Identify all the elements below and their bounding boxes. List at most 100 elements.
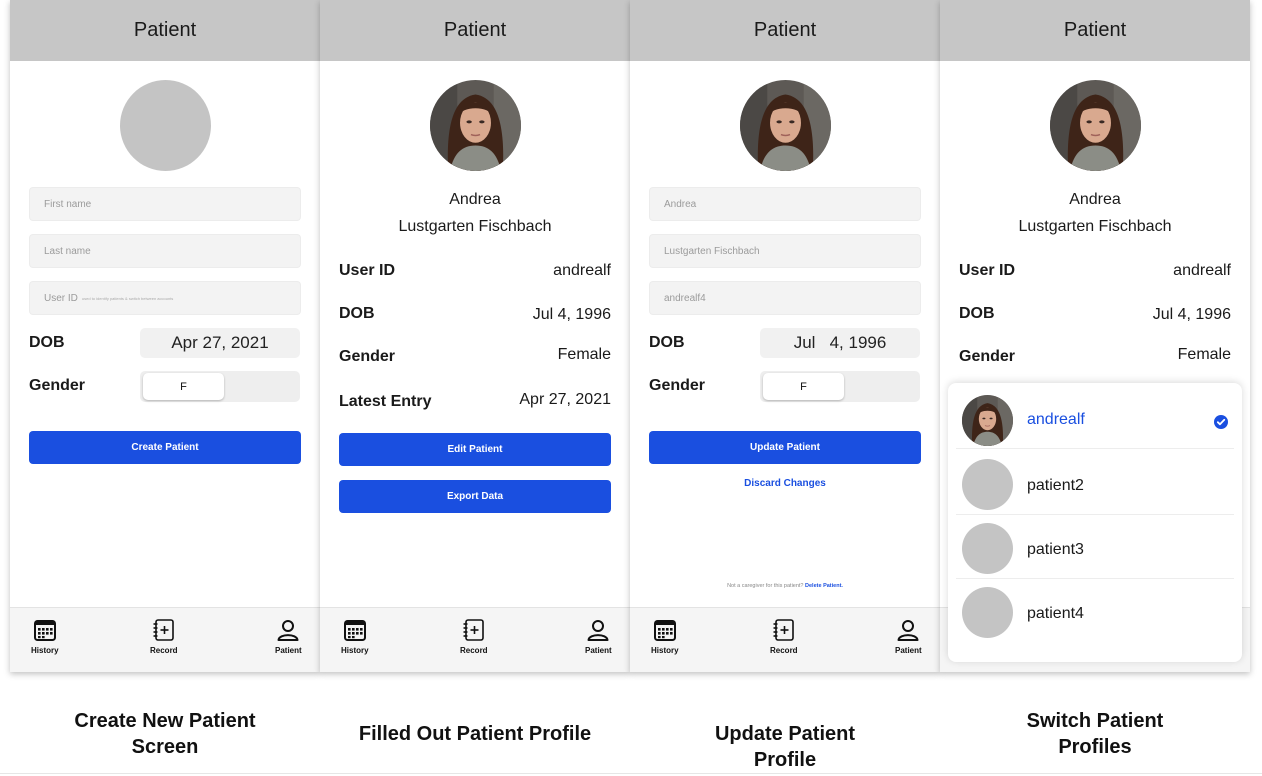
- header-title: Patient: [10, 0, 320, 61]
- tab-patient[interactable]: Patient: [275, 618, 302, 655]
- avatar-placeholder[interactable]: [120, 80, 211, 171]
- latest-entry-label: Latest Entry: [339, 393, 432, 410]
- dob-value: Jul 4, 1996: [532, 306, 611, 323]
- gender-value: Female: [1177, 346, 1231, 363]
- first-name-input[interactable]: Andrea: [649, 187, 921, 221]
- calendar-icon: [343, 618, 367, 642]
- caption-create: Create New Patient Screen: [74, 710, 256, 758]
- profile-avatar-placeholder: [962, 587, 1013, 638]
- tab-record-label: Record: [460, 646, 488, 655]
- patient-first-name: Andrea: [1069, 191, 1121, 208]
- caption-profile: Filled Out Patient Profile: [358, 723, 592, 745]
- tab-bar: History Record Patient: [320, 607, 630, 672]
- tab-history-label: History: [31, 646, 59, 655]
- user-id-placeholder: User ID: [44, 292, 78, 304]
- profile-option-patient4[interactable]: patient4: [956, 581, 1234, 643]
- tab-record-label: Record: [150, 646, 178, 655]
- last-name-input[interactable]: Last name: [29, 234, 301, 268]
- first-name-input[interactable]: First name: [29, 187, 301, 221]
- person-icon: [896, 618, 920, 642]
- last-name-value: Lustgarten Fischbach: [664, 245, 760, 257]
- dob-label: DOB: [339, 305, 375, 322]
- tab-patient-label: Patient: [585, 646, 612, 655]
- user-id-label: User ID: [339, 262, 396, 279]
- avatar: [430, 80, 521, 171]
- profile-avatar-placeholder: [962, 523, 1013, 574]
- gender-label: Gender: [959, 348, 1016, 365]
- profile-name: patient2: [1027, 477, 1084, 494]
- delete-patient-link[interactable]: Delete Patient.: [805, 583, 843, 589]
- dob-label: DOB: [29, 334, 65, 351]
- tab-history[interactable]: History: [341, 618, 369, 655]
- user-id-input[interactable]: User ID used to identify patients & swit…: [29, 281, 301, 315]
- tab-patient[interactable]: Patient: [895, 618, 922, 655]
- profile-option-andrealf[interactable]: andrealf: [956, 387, 1234, 449]
- add-record-icon: [462, 618, 486, 642]
- profile-switcher-sheet: andrealf patient2 patient3 patient4: [948, 383, 1242, 662]
- patient-last-name: Lustgarten Fischbach: [398, 218, 552, 235]
- tab-patient-label: Patient: [275, 646, 302, 655]
- avatar[interactable]: [740, 80, 831, 171]
- tab-bar: History Record Patient: [10, 607, 320, 672]
- tab-record[interactable]: Record: [150, 618, 178, 655]
- caption-switch: Switch Patient Profiles: [1026, 710, 1164, 758]
- update-patient-button[interactable]: Update Patient: [649, 431, 921, 464]
- gender-option-f[interactable]: F: [763, 373, 844, 400]
- tab-history[interactable]: History: [651, 618, 679, 655]
- gender-option-f[interactable]: F: [143, 373, 224, 400]
- tab-history-label: History: [651, 646, 679, 655]
- gender-segmented-control[interactable]: F: [760, 371, 920, 402]
- header-title: Patient: [320, 0, 630, 61]
- first-name-placeholder: First name: [44, 198, 92, 210]
- discard-changes-link[interactable]: Discard Changes: [630, 478, 940, 489]
- tab-patient[interactable]: Patient: [585, 618, 612, 655]
- tab-record[interactable]: Record: [770, 618, 798, 655]
- gender-label: Gender: [339, 348, 396, 365]
- user-id-value: andrealf: [1173, 262, 1231, 279]
- edit-patient-button[interactable]: Edit Patient: [339, 433, 611, 466]
- gender-label: Gender: [29, 377, 86, 394]
- switch-profiles-screen: Patient Andrea Lustgarten Fischbach User…: [940, 0, 1250, 672]
- last-name-input[interactable]: Lustgarten Fischbach: [649, 234, 921, 268]
- caption-update: Update Patient Profile: [714, 723, 856, 771]
- header-title: Patient: [630, 0, 940, 61]
- tab-bar: History Record Patient: [630, 607, 940, 672]
- profile-name: patient4: [1027, 605, 1084, 622]
- caregiver-note-text: Not a caregiver for this patient?: [727, 583, 804, 589]
- update-patient-screen: Patient Andrea Lustgarten Fischbach andr…: [630, 0, 940, 672]
- avatar: [1050, 80, 1141, 171]
- gender-value: Female: [557, 346, 611, 363]
- profile-option-patient3[interactable]: patient3: [956, 517, 1234, 579]
- profile-option-patient2[interactable]: patient2: [956, 453, 1234, 515]
- latest-entry-value: Apr 27, 2021: [519, 391, 611, 408]
- patient-last-name: Lustgarten Fischbach: [1018, 218, 1172, 235]
- export-data-button[interactable]: Export Data: [339, 480, 611, 513]
- patient-profile-screen: Patient Andrea Lustgarten Fischbach User…: [320, 0, 630, 672]
- user-id-input[interactable]: andrealf4: [649, 281, 921, 315]
- create-patient-screen: Patient First name Last name User ID use…: [10, 0, 320, 672]
- dob-picker[interactable]: Jul 4, 1996: [760, 328, 920, 358]
- gender-segmented-control[interactable]: F: [140, 371, 300, 402]
- last-name-placeholder: Last name: [44, 245, 91, 257]
- dob-value: Jul 4, 1996: [1152, 306, 1231, 323]
- caregiver-note: Not a caregiver for this patient? Delete…: [630, 583, 940, 589]
- user-id-label: User ID: [959, 262, 1016, 279]
- divider: [0, 773, 1262, 774]
- create-patient-button[interactable]: Create Patient: [29, 431, 301, 464]
- tab-history[interactable]: History: [31, 618, 59, 655]
- person-icon: [586, 618, 610, 642]
- user-id-value: andrealf: [553, 262, 611, 279]
- tab-record[interactable]: Record: [460, 618, 488, 655]
- first-name-value: Andrea: [664, 198, 697, 210]
- add-record-icon: [772, 618, 796, 642]
- person-icon: [276, 618, 300, 642]
- profile-name: patient3: [1027, 541, 1084, 558]
- dob-picker[interactable]: Apr 27, 2021: [140, 328, 300, 358]
- tab-patient-label: Patient: [895, 646, 922, 655]
- dob-label: DOB: [649, 334, 685, 351]
- patient-photo: [430, 80, 521, 171]
- user-id-hint: used to identify patients & switch betwe…: [81, 295, 174, 301]
- patient-first-name: Andrea: [449, 191, 501, 208]
- patient-photo: [962, 395, 1013, 446]
- gender-label: Gender: [649, 377, 706, 394]
